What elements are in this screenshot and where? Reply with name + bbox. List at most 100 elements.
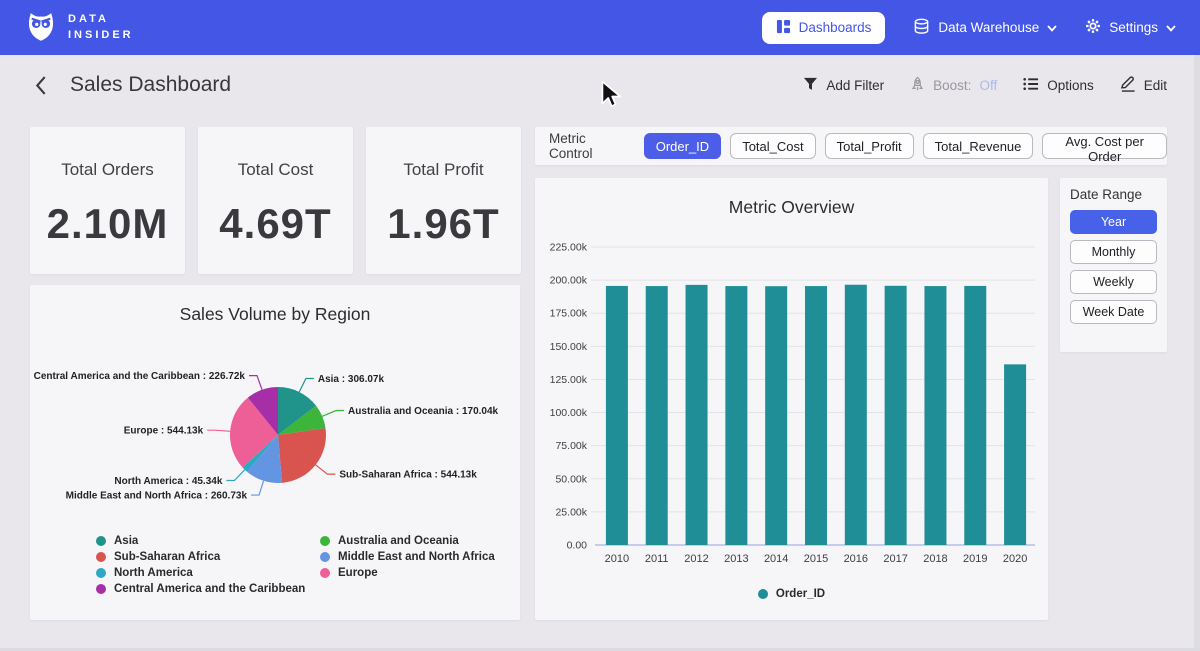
legend-item-asia[interactable]: Asia — [96, 535, 320, 547]
bar-chart[interactable]: 0.0025.00k50.00k75.00k100.00k125.00k150.… — [535, 223, 1048, 573]
data-warehouse-menu[interactable]: Data Warehouse — [913, 18, 1057, 38]
date-range-button-weekly[interactable]: Weekly — [1070, 270, 1157, 294]
list-icon — [1023, 77, 1039, 94]
y-tick-label: 50.00k — [555, 473, 587, 485]
bar-chart-card: Metric Overview 0.0025.00k50.00k75.00k10… — [535, 178, 1048, 620]
legend-item-north-america[interactable]: North America — [96, 567, 320, 579]
pie-slice-label: Sub-Saharan Africa : 544.13k — [339, 470, 477, 481]
pie-slice-label: Central America and the Caribbean : 226.… — [34, 371, 246, 382]
x-tick-label: 2011 — [645, 553, 669, 565]
metric-button-order-id[interactable]: Order_ID — [644, 133, 721, 159]
metric-button-total-revenue[interactable]: Total_Revenue — [923, 133, 1034, 159]
app-logo[interactable]: DATA INSIDER — [24, 8, 134, 47]
legend-item-europe[interactable]: Europe — [320, 567, 495, 579]
chevron-down-icon — [1166, 20, 1176, 35]
settings-menu[interactable]: Settings — [1085, 18, 1176, 37]
metric-control-bar: Metric Control Order_IDTotal_CostTotal_P… — [535, 127, 1167, 165]
bar-2012[interactable] — [686, 285, 708, 545]
back-button[interactable] — [30, 74, 52, 96]
pie-slice-sub-saharan-africa[interactable] — [278, 428, 326, 483]
legend-item-australia-and-oceania[interactable]: Australia and Oceania — [320, 535, 495, 547]
legend-label: Asia — [114, 535, 138, 547]
boost-toggle[interactable]: Boost: Off — [910, 76, 997, 95]
pie-chart[interactable]: Asia : 306.07kAustralia and Oceania : 17… — [30, 343, 520, 538]
settings-label: Settings — [1109, 20, 1158, 35]
pie-slice-label: North America : 45.34k — [114, 476, 222, 487]
bar-2013[interactable] — [725, 286, 747, 545]
bar-2010[interactable] — [606, 286, 628, 545]
pie-slice-label: Europe : 544.13k — [124, 426, 204, 437]
boost-status: Off — [979, 78, 997, 93]
date-range-button-year[interactable]: Year — [1070, 210, 1157, 234]
legend-label: North America — [114, 567, 193, 579]
x-tick-label: 2019 — [963, 553, 987, 565]
logo-text: DATA INSIDER — [68, 12, 134, 44]
bar-2020[interactable] — [1004, 364, 1026, 545]
y-tick-label: 200.00k — [550, 275, 588, 287]
metric-button-avg-cost-per-order[interactable]: Avg. Cost per Order — [1042, 133, 1167, 159]
add-filter-button[interactable]: Add Filter — [803, 77, 884, 94]
x-tick-label: 2017 — [883, 553, 907, 565]
x-tick-label: 2014 — [764, 553, 788, 565]
kpi-value: 1.96T — [366, 200, 521, 248]
y-tick-label: 100.00k — [550, 407, 588, 419]
y-tick-label: 175.00k — [550, 308, 588, 320]
y-tick-label: 150.00k — [550, 341, 588, 353]
legend-item-middle-east-and-north-africa[interactable]: Middle East and North Africa — [320, 551, 495, 563]
kpi-label: Total Profit — [366, 160, 521, 180]
kpi-label: Total Orders — [30, 160, 185, 180]
legend-label: Order_ID — [776, 588, 825, 600]
x-tick-label: 2010 — [605, 553, 629, 565]
kpi-card-total-cost: Total Cost 4.69T — [198, 127, 353, 274]
bar-2017[interactable] — [885, 286, 907, 545]
legend-dot — [96, 536, 106, 546]
kpi-label: Total Cost — [198, 160, 353, 180]
owl-logo-icon — [24, 8, 58, 47]
date-range-label: Date Range — [1070, 187, 1157, 202]
legend-label: Europe — [338, 567, 378, 579]
bar-2019[interactable] — [964, 286, 986, 545]
dashboards-button[interactable]: Dashboards — [762, 12, 886, 44]
scrollbar[interactable] — [1194, 55, 1200, 651]
dashboards-label: Dashboards — [799, 20, 872, 35]
legend-label: Middle East and North Africa — [338, 551, 495, 563]
pie-chart-title: Sales Volume by Region — [30, 304, 520, 325]
legend-item-sub-saharan-africa[interactable]: Sub-Saharan Africa — [96, 551, 320, 563]
bar-2016[interactable] — [845, 285, 867, 545]
chevron-down-icon — [1047, 20, 1057, 35]
dashboards-icon — [776, 19, 791, 37]
legend-dot — [96, 568, 106, 578]
metric-button-total-profit[interactable]: Total_Profit — [825, 133, 914, 159]
date-range-button-monthly[interactable]: Monthly — [1070, 240, 1157, 264]
y-tick-label: 0.00 — [567, 540, 588, 552]
bar-2011[interactable] — [646, 286, 668, 545]
bar-2015[interactable] — [805, 286, 827, 545]
bar-2018[interactable] — [924, 286, 946, 545]
bar-chart-title: Metric Overview — [535, 197, 1048, 218]
funnel-icon — [803, 77, 818, 94]
pie-legend: Asia Australia and Oceania Sub-Saharan Afr… — [96, 535, 495, 595]
kpi-card-total-profit: Total Profit 1.96T — [366, 127, 521, 274]
legend-dot — [320, 552, 330, 562]
x-tick-label: 2018 — [923, 553, 947, 565]
pie-slice-label: Middle East and North Africa : 260.73k — [66, 491, 248, 502]
metric-button-total-cost[interactable]: Total_Cost — [730, 133, 815, 159]
legend-item-central-america-and-the-caribbean[interactable]: Central America and the Caribbean — [96, 583, 320, 595]
legend-dot — [320, 536, 330, 546]
page-header: Sales Dashboard Add Filter Boost: Off — [0, 55, 1200, 115]
options-button[interactable]: Options — [1023, 77, 1094, 94]
gear-icon — [1085, 18, 1101, 37]
legend-label: Australia and Oceania — [338, 535, 459, 547]
date-range-button-week-date[interactable]: Week Date — [1070, 300, 1157, 324]
bar-2014[interactable] — [765, 286, 787, 545]
navbar: DATA INSIDER Dashboards Da — [0, 0, 1200, 55]
page-title: Sales Dashboard — [70, 73, 231, 97]
y-tick-label: 75.00k — [555, 440, 587, 452]
legend-dot — [96, 584, 106, 594]
legend-label: Central America and the Caribbean — [114, 583, 305, 595]
date-range-panel: Date Range Year Monthly Weekly Week Date — [1060, 178, 1167, 352]
legend-dot — [96, 552, 106, 562]
edit-button[interactable]: Edit — [1120, 76, 1167, 95]
x-tick-label: 2015 — [804, 553, 828, 565]
y-tick-label: 125.00k — [550, 374, 588, 386]
